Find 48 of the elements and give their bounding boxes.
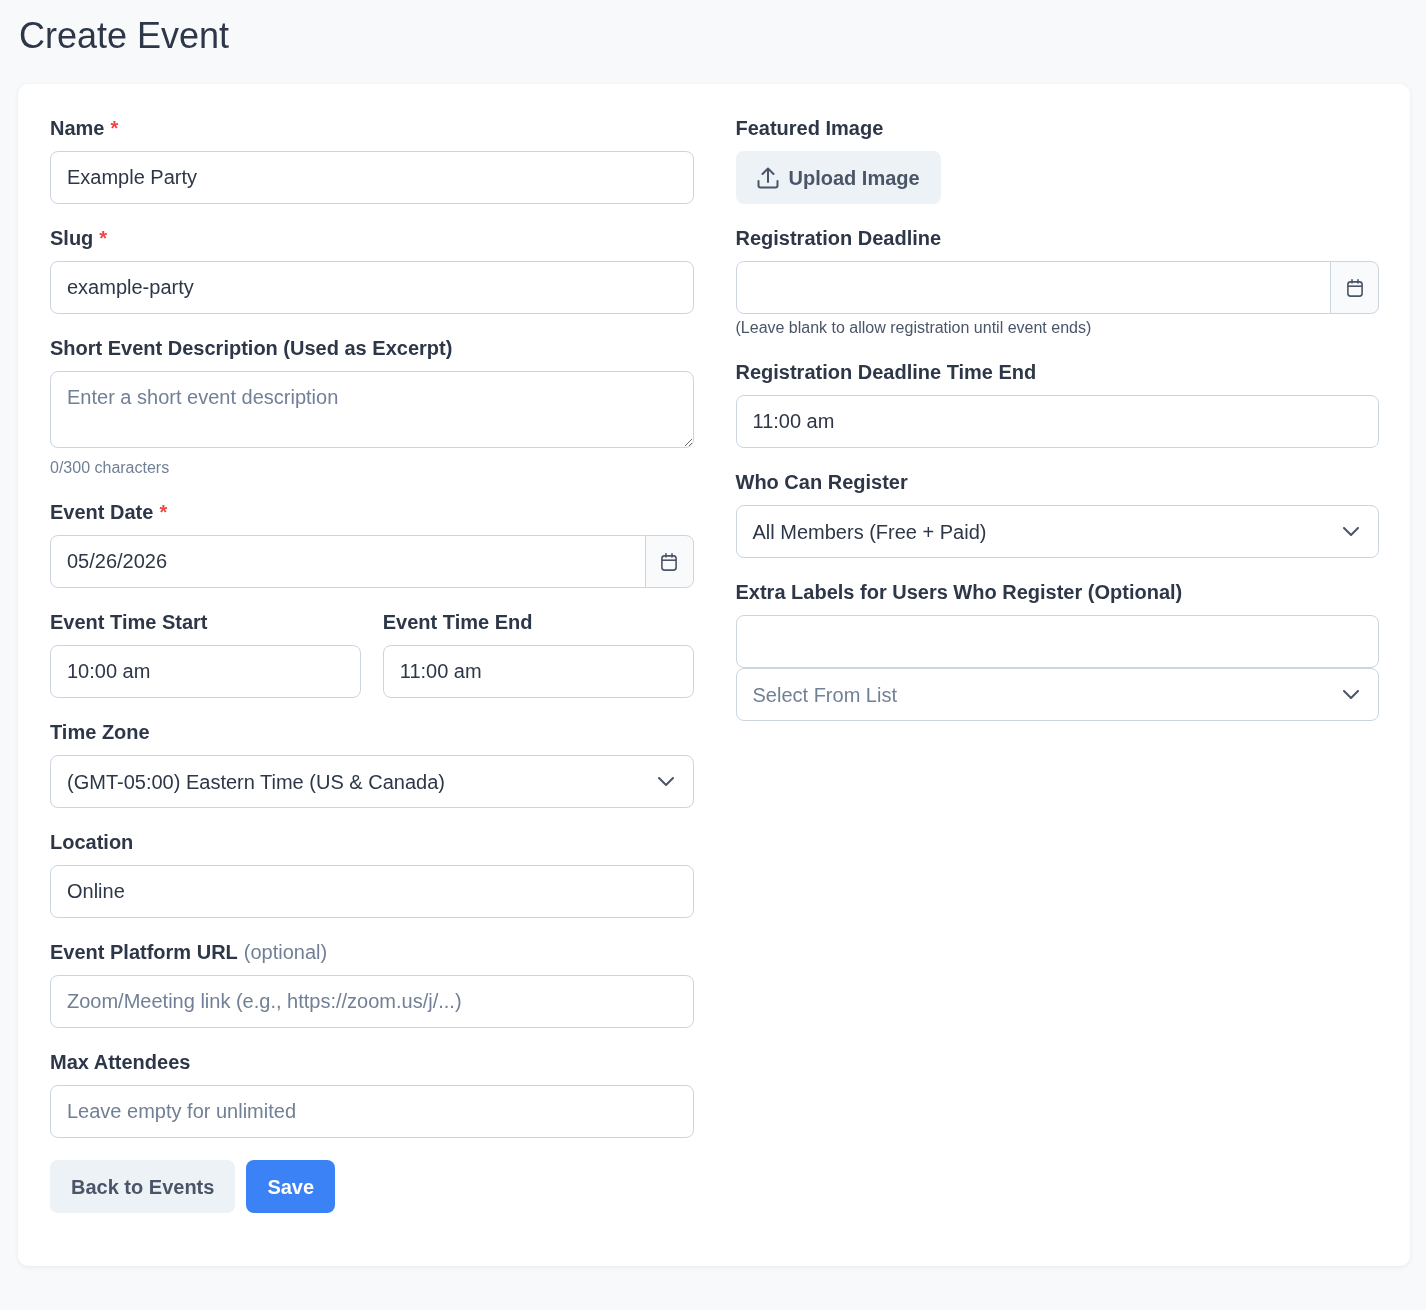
save-button[interactable]: Save (246, 1160, 336, 1213)
text-input[interactable]: Online (50, 865, 694, 918)
optional-note: (optional) (243, 941, 328, 963)
page-title: Create Event (19, 14, 231, 58)
dropdown-select[interactable]: (GMT-05:00) Eastern Time (US & Canada) (50, 755, 694, 808)
field-label: Event Date (50, 501, 154, 523)
field-label: Time Zone (50, 721, 150, 743)
required-mark: * (99, 227, 108, 249)
text-input[interactable]: Leave empty for unlimited (50, 1085, 694, 1138)
field-label: Short Event Description (Used as Excerpt) (50, 337, 453, 359)
chevron-down-icon (1343, 527, 1359, 536)
dropdown-select[interactable]: Select From List (735, 668, 1379, 721)
help-text: (Leave blank to allow registration until event ends) (735, 318, 1093, 338)
calendar-button[interactable] (1330, 261, 1379, 314)
time-input[interactable]: 10:00 am (50, 645, 361, 698)
field-label: Who Can Register (735, 471, 908, 493)
time-input[interactable]: 11:00 am (735, 395, 1379, 448)
field-label: Event Time End (382, 611, 533, 633)
field-label: Name (50, 117, 105, 139)
field-label: Location (50, 831, 134, 853)
upload-button[interactable]: Upload Image (735, 151, 941, 204)
date-input[interactable]: 05/26/2026 (50, 535, 646, 588)
calendar-icon (661, 552, 677, 571)
field-label: Registration Deadline Time End (735, 361, 1037, 383)
chevron-down-icon (657, 777, 674, 786)
text-input[interactable]: Example Party (50, 151, 694, 204)
text-input[interactable]: Zoom/Meeting link (e.g., https://zoom.us/j/...) (50, 975, 694, 1028)
character-counter: 0/300 characters (50, 458, 171, 478)
textarea-field[interactable]: Enter a short event description (50, 371, 694, 448)
field-label: Featured Image (735, 117, 884, 139)
upload-icon (756, 166, 779, 189)
required-mark: * (110, 117, 119, 139)
time-input[interactable]: 11:00 am (382, 645, 694, 698)
chevron-down-icon (1343, 690, 1359, 699)
dropdown-select[interactable]: All Members (Free + Paid) (735, 505, 1379, 558)
field-label: Event Platform URL (50, 941, 238, 963)
back-button[interactable]: Back to Events (50, 1160, 236, 1213)
calendar-icon (1346, 278, 1363, 297)
field-label: Extra Labels for Users Who Register (Optional) (735, 581, 1183, 603)
field-label: Slug (50, 227, 94, 249)
date-input[interactable] (735, 261, 1331, 314)
field-label: Max Attendees (50, 1051, 191, 1073)
calendar-button[interactable] (644, 535, 694, 588)
required-mark: * (159, 501, 168, 523)
tag-input[interactable] (735, 615, 1379, 668)
field-label: Event Time Start (50, 611, 208, 633)
field-label: Registration Deadline (735, 227, 942, 249)
text-input[interactable]: example-party (50, 261, 694, 314)
